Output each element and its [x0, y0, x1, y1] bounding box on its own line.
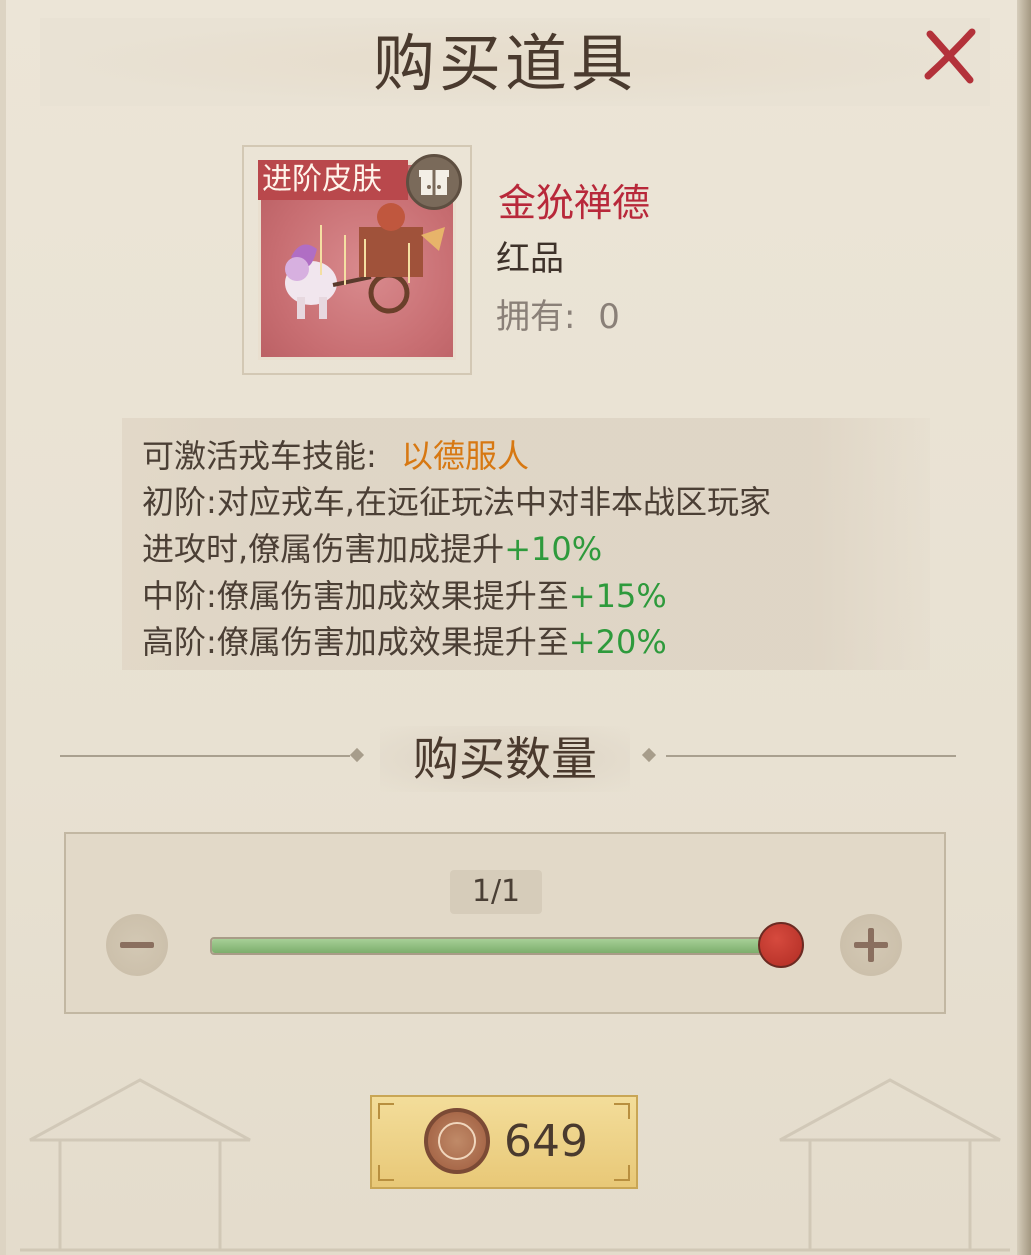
skill-name: 以德服人: [400, 437, 529, 475]
quantity-slider-fill: [212, 939, 782, 953]
gift-icon: [406, 154, 462, 210]
dialog-title: 购买道具: [372, 27, 637, 100]
close-button[interactable]: [918, 24, 982, 88]
tier2-bonus: +15%: [568, 577, 667, 615]
divider-diamond-left: [349, 747, 365, 763]
tier3-bonus: +20%: [568, 623, 667, 661]
item-name: 金狁禅德: [498, 181, 651, 225]
description-line-5: 高阶:僚属伤害加成效果提升至+20%: [142, 622, 667, 662]
increase-button[interactable]: [840, 914, 902, 976]
minus-icon: [120, 942, 154, 948]
description-line-5-text: 高阶:僚属伤害加成效果提升至: [142, 623, 569, 661]
decrease-button[interactable]: [106, 914, 168, 976]
purchase-dialog: 购买道具 进阶皮肤 金狁禅德 红品 拥有: 0 可激活戎车技能: 以德服人 初阶…: [0, 0, 1031, 1255]
description-line-3: 进攻时,僚属伤害加成提升+10%: [142, 529, 602, 569]
quantity-slider-handle[interactable]: [758, 922, 804, 968]
skill-line: 可激活戎车技能: 以德服人: [142, 436, 529, 476]
quantity-panel: [64, 832, 946, 1014]
divider-diamond-right: [641, 747, 657, 763]
owned-value: 0: [598, 297, 620, 337]
dialog-edge-left: [0, 0, 6, 1255]
description-line-2: 初阶:对应戎车,在远征玩法中对非本战区玩家: [142, 483, 771, 521]
price-value: 649: [504, 1116, 588, 1167]
dialog-edge-right: [1017, 0, 1031, 1255]
description-line-4: 中阶:僚属伤害加成效果提升至+15%: [142, 576, 667, 616]
quantity-count: 1/1: [471, 874, 521, 909]
skill-label: 可激活戎车技能:: [142, 437, 377, 475]
divider-right: [666, 755, 956, 757]
description-line-4-text: 中阶:僚属伤害加成效果提升至: [142, 577, 569, 615]
close-icon: [924, 28, 976, 84]
item-type-tag: 进阶皮肤: [258, 160, 408, 200]
owned-label: 拥有:: [496, 297, 576, 337]
coin-icon: [424, 1108, 490, 1174]
tier1-bonus: +10%: [504, 530, 603, 568]
item-rarity: 红品: [496, 239, 564, 279]
quantity-label: 购买数量: [413, 732, 597, 786]
owned-count: 拥有: 0: [496, 296, 620, 338]
divider-left: [60, 755, 350, 757]
description-line-3-text: 进攻时,僚属伤害加成提升: [142, 530, 505, 568]
